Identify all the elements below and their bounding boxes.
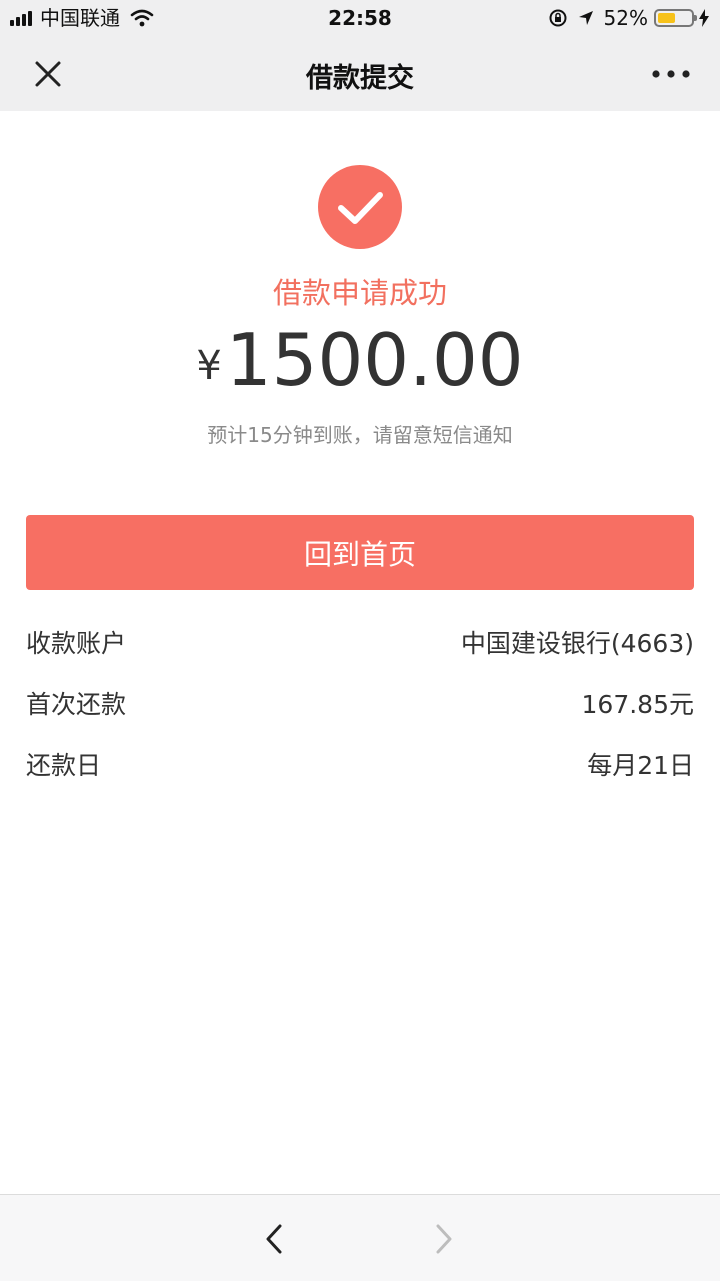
detail-value: 中国建设银行(4663) [460, 629, 694, 658]
detail-label: 首次还款 [26, 690, 127, 719]
detail-row-account: 收款账户 中国建设银行(4663) [26, 620, 694, 660]
page-title: 借款提交 [306, 63, 414, 94]
loan-amount: ¥1500.00 [0, 318, 720, 402]
success-badge [318, 165, 402, 249]
battery-fill [658, 13, 675, 23]
checkmark-icon [338, 192, 383, 224]
currency-symbol: ¥ [196, 343, 222, 389]
amount-value: 1500.00 [225, 318, 524, 402]
detail-label: 收款账户 [26, 629, 127, 658]
forward-arrow-icon[interactable] [432, 1221, 456, 1257]
detail-value: 167.85元 [581, 690, 694, 719]
charging-icon [699, 9, 709, 27]
battery-icon [654, 9, 697, 27]
status-right: 52% [548, 7, 710, 29]
detail-label: 还款日 [26, 751, 102, 780]
location-icon [578, 11, 593, 25]
more-icon[interactable] [650, 60, 692, 88]
success-message: 借款申请成功 [272, 276, 447, 310]
arrival-note: 预计15分钟到账，请留意短信通知 [207, 423, 513, 447]
nav-bar: 借款提交 [0, 36, 720, 111]
battery-percent: 52% [603, 6, 648, 30]
browser-toolbar [0, 1194, 720, 1281]
orientation-lock-icon [549, 9, 567, 27]
detail-row-first-repayment: 首次还款 167.85元 [26, 681, 694, 721]
back-to-home-button[interactable]: 回到首页 [26, 515, 694, 590]
back-arrow-icon[interactable] [262, 1221, 286, 1257]
detail-row-repayment-day: 还款日 每月21日 [26, 742, 694, 782]
status-bar: 中国联通 22:58 52% [0, 0, 720, 36]
detail-value: 每月21日 [587, 751, 694, 780]
